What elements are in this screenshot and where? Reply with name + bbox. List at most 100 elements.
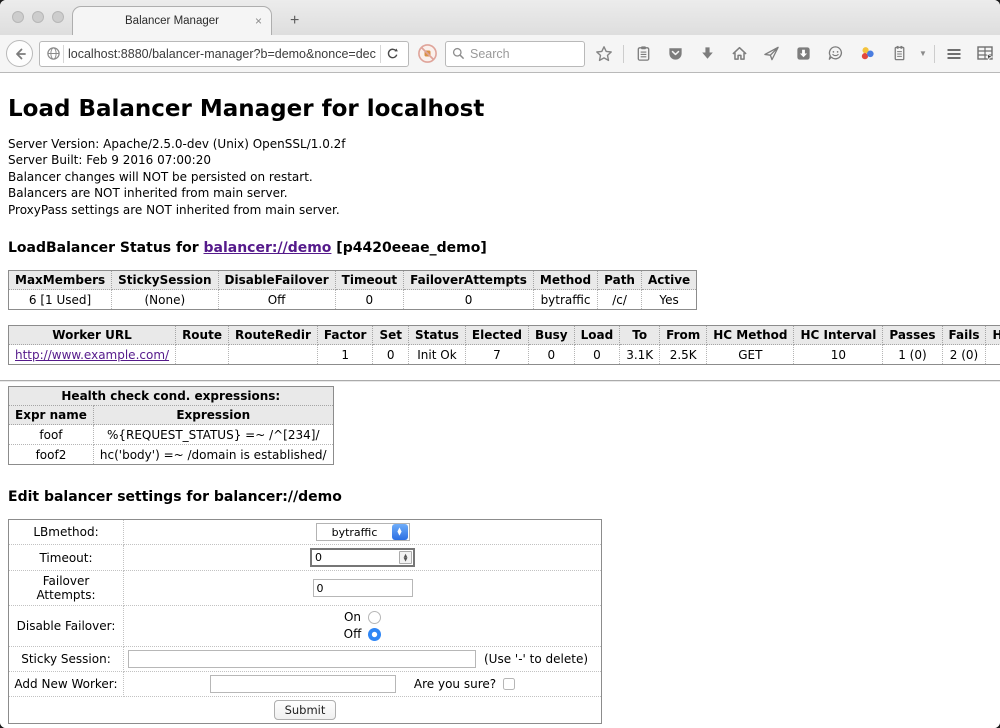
downloads-button[interactable] bbox=[694, 41, 720, 67]
are-you-sure-checkbox[interactable] bbox=[503, 678, 515, 690]
col-elected: Elected bbox=[465, 326, 528, 345]
new-tab-button[interactable]: + bbox=[284, 13, 305, 29]
star-icon bbox=[595, 45, 613, 63]
toolbar-separator bbox=[623, 45, 624, 63]
lbmethod-select[interactable]: bytraffic ▲▼ bbox=[316, 523, 410, 541]
inherit-notice-line: Balancers are NOT inherited from main se… bbox=[8, 185, 992, 201]
col-hc-uri: HC uri bbox=[986, 326, 1000, 345]
sticky-session-hint: (Use '-' to delete) bbox=[484, 652, 588, 666]
submit-button[interactable]: Submit bbox=[274, 700, 337, 720]
content-blocked-icon[interactable] bbox=[415, 42, 439, 66]
url-text[interactable]: localhost:8880/balancer-manager?b=demo&n… bbox=[68, 47, 376, 61]
send-page-button[interactable] bbox=[758, 41, 784, 67]
col-busy: Busy bbox=[528, 326, 574, 345]
timeout-label: Timeout: bbox=[9, 545, 124, 571]
worker-url-link[interactable]: http://www.example.com/ bbox=[15, 348, 169, 362]
blocked-glyph-icon bbox=[417, 43, 438, 64]
window-zoom-button[interactable] bbox=[52, 11, 64, 23]
col-disablefailover: DisableFailover bbox=[218, 271, 335, 290]
form-row-timeout: Timeout: ▲▼ bbox=[9, 545, 602, 571]
health-table-title: Health check cond. expressions: bbox=[9, 387, 334, 406]
balancer-status-table: MaxMembers StickySession DisableFailover… bbox=[8, 270, 697, 310]
bookmark-button[interactable] bbox=[591, 41, 617, 67]
cell-hc-interval: 10 bbox=[794, 345, 883, 365]
cell-status: Init Ok bbox=[409, 345, 466, 365]
back-button[interactable] bbox=[6, 40, 33, 67]
col-hc-interval: HC Interval bbox=[794, 326, 883, 345]
worker-status-table: Worker URL Route RouteRedir Factor Set S… bbox=[8, 325, 1000, 365]
search-input[interactable] bbox=[470, 47, 570, 61]
globe-icon bbox=[46, 46, 61, 61]
add-worker-input[interactable] bbox=[210, 675, 396, 693]
cell-hc-uri bbox=[986, 345, 1000, 365]
url-bar[interactable]: localhost:8880/balancer-manager?b=demo&n… bbox=[39, 41, 409, 67]
worker-row: http://www.example.com/ 1 0 Init Ok 7 0 … bbox=[9, 345, 1000, 365]
balancer-manager-page: Load Balancer Manager for localhost Serv… bbox=[0, 73, 1000, 728]
sticky-session-input[interactable] bbox=[128, 650, 476, 668]
window-close-button[interactable] bbox=[12, 11, 24, 23]
disable-failover-on-radio[interactable] bbox=[368, 611, 381, 624]
cell-path: /c/ bbox=[598, 290, 642, 310]
feedback-smiley-button[interactable] bbox=[822, 41, 848, 67]
window-minimize-button[interactable] bbox=[32, 11, 44, 23]
table-header-row: Expr name Expression bbox=[9, 406, 334, 425]
download-arrow-icon bbox=[699, 45, 716, 62]
search-bar[interactable] bbox=[445, 41, 585, 67]
home-icon bbox=[731, 45, 748, 62]
box-down-arrow-icon bbox=[795, 45, 812, 62]
col-worker-url: Worker URL bbox=[9, 326, 176, 345]
tab-close-icon[interactable]: × bbox=[255, 14, 262, 28]
extension-dropdown-caret-icon[interactable]: ▼ bbox=[918, 49, 928, 58]
search-icon bbox=[452, 47, 465, 60]
form-row-lbmethod: LBmethod: bytraffic ▲▼ bbox=[9, 520, 602, 545]
form-row-failover-attempts: Failover Attempts: bbox=[9, 571, 602, 606]
cell-routeredir bbox=[228, 345, 317, 365]
disable-failover-off-radio[interactable] bbox=[368, 628, 381, 641]
col-status: Status bbox=[409, 326, 466, 345]
cell-expression: %{REQUEST_STATUS} =~ /^[234]/ bbox=[93, 425, 333, 445]
col-active: Active bbox=[641, 271, 696, 290]
balancer-demo-link[interactable]: balancer://demo bbox=[204, 240, 332, 256]
site-identity-button[interactable] bbox=[44, 45, 64, 63]
form-row-disable-failover: Disable Failover: On Off bbox=[9, 606, 602, 647]
loadbalancer-status-heading: LoadBalancer Status for balancer://demo … bbox=[8, 240, 992, 256]
server-built-line: Server Built: Feb 9 2016 07:00:20 bbox=[8, 152, 992, 168]
notebook-extension-button[interactable] bbox=[886, 41, 912, 67]
table-header-row: Worker URL Route RouteRedir Factor Set S… bbox=[9, 326, 1000, 345]
number-spinner-icon[interactable]: ▲▼ bbox=[399, 551, 412, 564]
clipboard-button[interactable] bbox=[630, 41, 656, 67]
lbmethod-label: LBmethod: bbox=[9, 520, 124, 545]
tab-balancer-manager[interactable]: Balancer Manager × bbox=[72, 6, 272, 35]
tile-view-button[interactable] bbox=[973, 41, 999, 67]
failover-attempts-input[interactable] bbox=[313, 579, 413, 597]
add-worker-label: Add New Worker: bbox=[9, 672, 124, 697]
paper-plane-icon bbox=[763, 45, 780, 62]
col-to: To bbox=[620, 326, 660, 345]
color-dots-icon bbox=[859, 45, 876, 62]
reload-button[interactable] bbox=[380, 45, 404, 63]
health-expr-row: foof %{REQUEST_STATUS} =~ /^[234]/ bbox=[9, 425, 334, 445]
save-box-button[interactable] bbox=[790, 41, 816, 67]
notebook-icon bbox=[891, 45, 908, 62]
menu-button[interactable] bbox=[941, 41, 967, 67]
cell-passes: 1 (0) bbox=[883, 345, 942, 365]
col-routeredir: RouteRedir bbox=[228, 326, 317, 345]
colors-extension-button[interactable] bbox=[854, 41, 880, 67]
disable-failover-on-label: On bbox=[344, 609, 361, 626]
form-row-sticky-session: Sticky Session: (Use '-' to delete) bbox=[9, 647, 602, 672]
col-route: Route bbox=[176, 326, 229, 345]
form-row-submit: Submit bbox=[9, 697, 602, 724]
col-failoverattempts: FailoverAttempts bbox=[404, 271, 534, 290]
home-button[interactable] bbox=[726, 41, 752, 67]
col-fails: Fails bbox=[942, 326, 986, 345]
health-expr-row: foof2 hc('body') =~ /domain is establish… bbox=[9, 445, 334, 465]
cell-maxmembers: 6 [1 Used] bbox=[9, 290, 112, 310]
cell-disablefailover: Off bbox=[218, 290, 335, 310]
page-title: Load Balancer Manager for localhost bbox=[8, 96, 992, 122]
col-method: Method bbox=[533, 271, 597, 290]
back-arrow-icon bbox=[13, 47, 27, 61]
section-divider bbox=[0, 380, 1000, 382]
cell-set: 0 bbox=[373, 345, 409, 365]
pocket-button[interactable] bbox=[662, 41, 688, 67]
cell-route bbox=[176, 345, 229, 365]
